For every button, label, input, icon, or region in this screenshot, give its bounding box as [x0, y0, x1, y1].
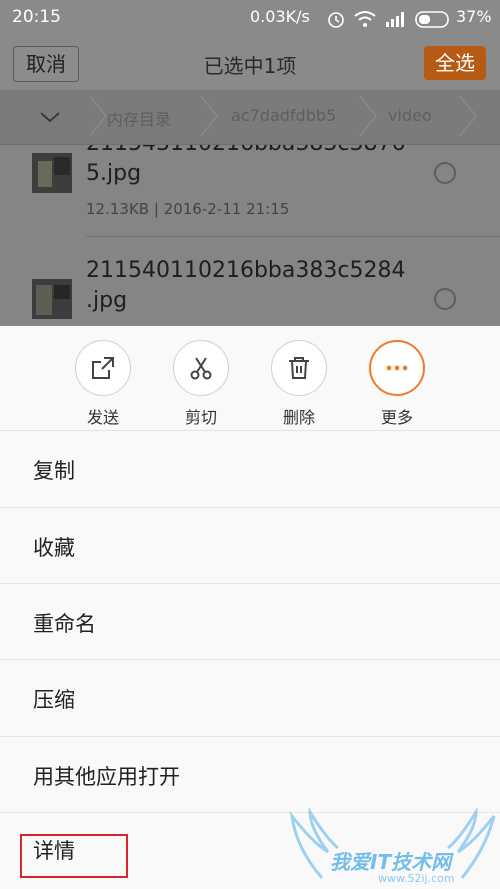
- wifi-icon: [354, 11, 376, 27]
- file-thumbnail: [32, 279, 72, 319]
- watermark-text: 我爱IT技术网: [330, 850, 452, 874]
- delete-label: 删除: [282, 408, 315, 427]
- select-radio[interactable]: [434, 162, 456, 184]
- menu-item-label: 复制: [33, 459, 75, 483]
- breadcrumb-separator-icon: [359, 96, 377, 136]
- breadcrumb-item-root[interactable]: 内存目录: [107, 106, 171, 130]
- file-size: 12.13KB: [86, 200, 150, 218]
- select-radio[interactable]: [434, 288, 456, 310]
- share-icon: [75, 340, 131, 396]
- send-button[interactable]: 发送: [73, 340, 133, 428]
- breadcrumb-separator-icon: [200, 96, 218, 136]
- breadcrumb-item-video[interactable]: video: [388, 106, 432, 125]
- menu-item-compress[interactable]: 压缩: [0, 660, 500, 736]
- cut-button[interactable]: 剪切: [171, 340, 231, 428]
- delete-button[interactable]: 删除: [269, 340, 329, 428]
- file-list: 211543110216bba383c38765.jpg 12.13KB | 2…: [0, 145, 500, 326]
- breadcrumb-item-folder[interactable]: ac7dadfdbb5: [231, 106, 336, 125]
- file-thumbnail: [32, 153, 72, 193]
- alarm-icon: [328, 12, 344, 28]
- list-item[interactable]: 211540110216bba383c5284 .jpg: [0, 237, 500, 326]
- title-bar: 取消 已选中1项 全选: [0, 38, 500, 90]
- watermark: 我爱IT技术网 www.52ij.com: [286, 808, 500, 889]
- menu-item-favorite[interactable]: 收藏: [0, 508, 500, 584]
- select-all-button[interactable]: 全选: [424, 46, 486, 80]
- status-bar: 20:15 0.03K/s 37%: [0, 0, 500, 38]
- menu-item-label: 重命名: [33, 612, 96, 636]
- action-sheet: 发送 剪切 删除 更多 复制 收藏 重命名 压缩 用其他应用打开 详情: [0, 326, 500, 889]
- more-button[interactable]: 更多: [367, 340, 427, 428]
- battery-icon: [415, 11, 449, 28]
- more-label: 更多: [380, 408, 413, 427]
- breadcrumb-separator-icon: [459, 96, 477, 136]
- more-icon: [369, 340, 425, 396]
- watermark-url: www.52ij.com: [378, 872, 455, 885]
- menu-item-rename[interactable]: 重命名: [0, 584, 500, 660]
- list-item[interactable]: 211543110216bba383c38765.jpg 12.13KB | 2…: [0, 145, 500, 225]
- chevron-down-icon[interactable]: [38, 108, 62, 126]
- file-name: 211543110216bba383c38765.jpg: [86, 145, 405, 186]
- file-date: 2016-2-11 21:15: [163, 200, 290, 218]
- file-name: 211540110216bba383c5284 .jpg: [86, 258, 406, 313]
- status-time: 20:15: [12, 7, 61, 27]
- menu-item-label: 压缩: [33, 688, 75, 712]
- battery-percent: 37%: [456, 7, 492, 26]
- file-meta: 12.13KB | 2016-2-11 21:15: [86, 200, 290, 218]
- trash-icon: [271, 340, 327, 396]
- menu-item-label: 用其他应用打开: [33, 765, 180, 789]
- network-speed: 0.03K/s: [250, 7, 310, 26]
- breadcrumb: 内存目录 ac7dadfdbb5 video: [0, 90, 500, 145]
- send-label: 发送: [86, 408, 119, 427]
- scissors-icon: [173, 340, 229, 396]
- menu-item-label: 收藏: [33, 536, 75, 560]
- signal-icon: [386, 12, 404, 27]
- menu-item-open-with[interactable]: 用其他应用打开: [0, 737, 500, 813]
- cut-label: 剪切: [184, 408, 217, 427]
- menu-item-copy[interactable]: 复制: [0, 431, 500, 507]
- highlight-box: [20, 834, 128, 878]
